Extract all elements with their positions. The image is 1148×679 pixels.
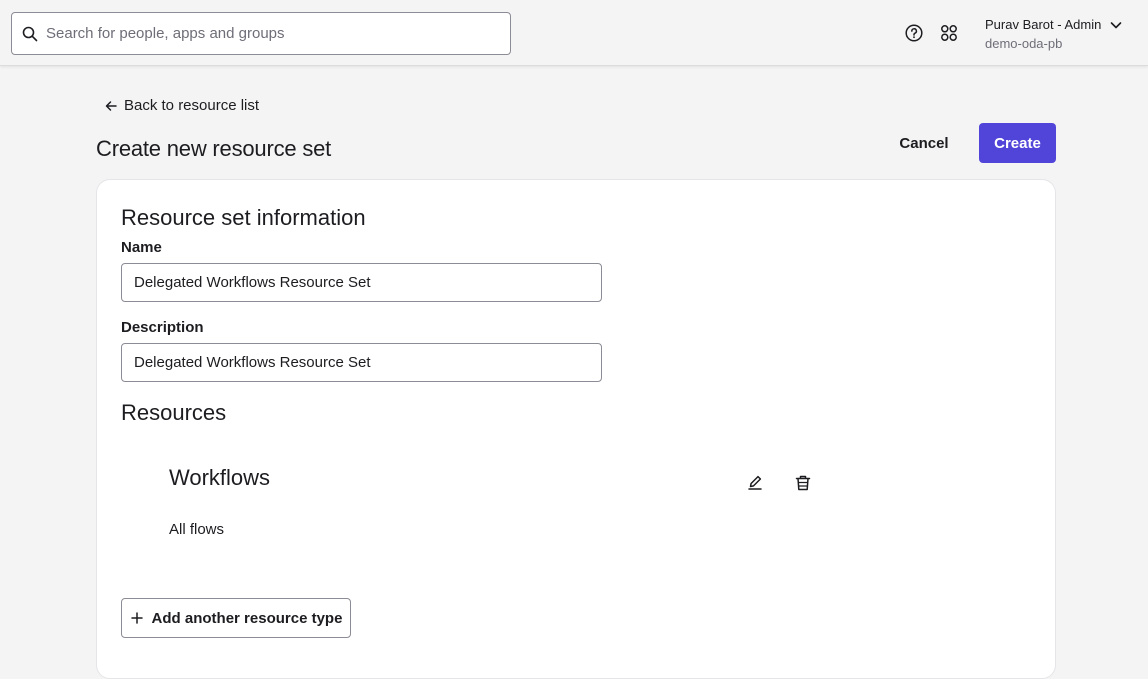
add-resource-type-label: Add another resource type: [151, 609, 343, 627]
name-label: Name: [121, 239, 162, 256]
search-icon: [22, 26, 38, 42]
create-button[interactable]: Create: [979, 123, 1056, 163]
help-circle-icon[interactable]: [904, 23, 924, 43]
edit-pencil-icon[interactable]: [745, 473, 765, 493]
chevron-down-icon[interactable]: [1109, 18, 1123, 32]
back-link-label: Back to resource list: [124, 97, 260, 114]
description-field[interactable]: [121, 343, 602, 382]
cancel-button[interactable]: Cancel: [888, 123, 960, 163]
user-name: Purav Barot - Admin: [985, 17, 1102, 32]
user-menu[interactable]: Purav Barot - Admin demo-oda-pb: [985, 17, 1122, 51]
description-label: Description: [121, 319, 204, 336]
org-name: demo-oda-pb: [985, 36, 1063, 51]
search-box[interactable]: [11, 12, 511, 55]
info-heading: Resource set information: [121, 205, 366, 230]
arrow-left-icon: [104, 99, 118, 113]
trash-icon[interactable]: [793, 473, 813, 493]
top-bar: Purav Barot - Admin demo-oda-pb: [0, 0, 1148, 66]
search-input[interactable]: [46, 25, 510, 42]
add-resource-type-button[interactable]: Add another resource type: [121, 598, 351, 638]
name-field[interactable]: [121, 263, 602, 302]
resources-heading: Resources: [121, 400, 227, 425]
resource-title: Workflows: [169, 465, 271, 490]
resource-set-form-card: Resource set information Name Descriptio…: [96, 179, 1056, 679]
apps-grid-icon[interactable]: [939, 23, 959, 43]
back-link[interactable]: Back to resource list: [104, 97, 259, 114]
page-title: Create new resource set: [96, 136, 332, 161]
plus-icon: [130, 611, 144, 625]
resource-description: All flows: [169, 521, 225, 538]
